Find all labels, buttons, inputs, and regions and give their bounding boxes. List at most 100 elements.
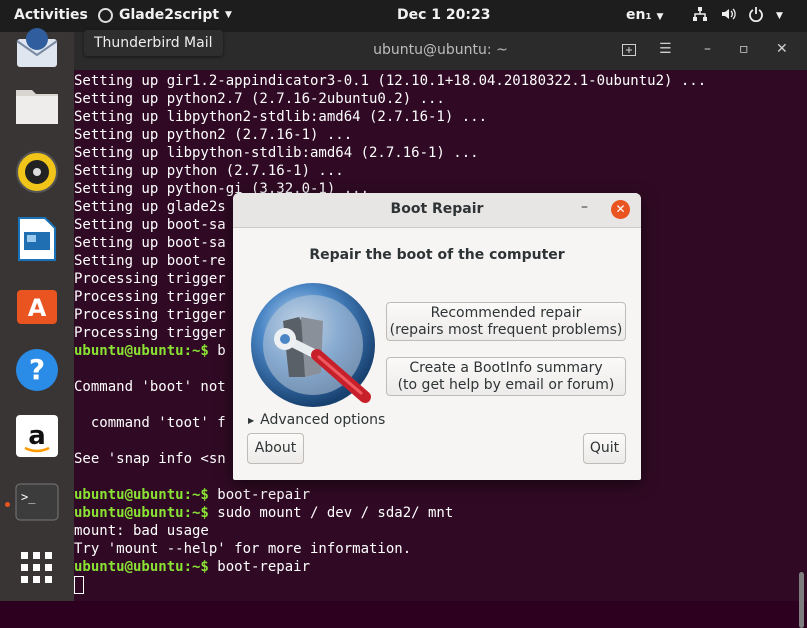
terminal-line: Processing trigger	[74, 270, 226, 288]
terminal-text: Setting up python (2.7.16-1) ...	[74, 163, 344, 179]
terminal-line: Setting up python (2.7.16-1) ...	[74, 162, 344, 180]
dock-item-show-apps[interactable]	[10, 543, 64, 597]
chevron-down-icon: ▼	[225, 10, 232, 20]
terminal-line: Setting up libpython-stdlib:amd64 (2.7.1…	[74, 144, 479, 162]
recommended-repair-sublabel: (repairs most frequent problems)	[389, 322, 623, 338]
terminal-line: ubuntu@ubuntu:~$ sudo mount / dev / sda2…	[74, 504, 453, 522]
bootinfo-summary-button[interactable]: Create a BootInfo summary (to get help b…	[386, 357, 626, 396]
top-bar: Activities Glade2script ▼ Dec 1 20:23 en…	[0, 0, 807, 32]
terminal-line: Setting up boot-re	[74, 252, 226, 270]
shell-prompt: ubuntu@ubuntu:~$	[74, 559, 209, 575]
amazon-icon: a	[15, 414, 59, 462]
terminal-line: See 'snap info <sn	[74, 450, 226, 468]
dock-item-rhythmbox[interactable]	[10, 147, 64, 201]
dock-item-terminal[interactable]: >_	[10, 477, 64, 531]
terminal-line: Setting up gir1.2-appindicator3-0.1 (12.…	[74, 72, 706, 90]
dock-item-software[interactable]: A	[10, 279, 64, 333]
terminal-text: Setting up boot-sa	[74, 217, 226, 233]
dock-item-help[interactable]: ?	[10, 345, 64, 399]
terminal-text: boot-repair	[208, 487, 311, 503]
close-icon[interactable]: ✕	[611, 200, 630, 219]
language-label: en₁	[626, 7, 652, 23]
terminal-line: Setting up boot-sa	[74, 216, 226, 234]
terminal-text: boot-repair	[208, 559, 311, 575]
terminal-line: mount: bad usage	[74, 522, 209, 540]
quit-button[interactable]: Quit	[583, 433, 626, 464]
dialog-title: Boot Repair	[390, 201, 484, 217]
bootinfo-summary-label: Create a BootInfo summary	[409, 360, 603, 376]
show-applications-icon	[19, 550, 55, 590]
svg-text:a: a	[28, 421, 46, 451]
files-icon	[14, 84, 60, 130]
terminal-text: Setting up python2 (2.7.16-1) ...	[74, 127, 353, 143]
boot-repair-dialog[interactable]: Boot Repair – ✕ Repair the boot of the c…	[233, 193, 641, 480]
ubuntu-software-icon: A	[15, 282, 59, 330]
chevron-right-icon: ▶	[248, 415, 255, 425]
dialog-header[interactable]: Boot Repair – ✕	[233, 193, 641, 228]
terminal-text: Processing trigger	[74, 307, 226, 323]
maximize-icon[interactable]: ▫	[739, 41, 749, 57]
terminal-text: Setting up python2.7 (2.7.16-2ubuntu0.2)…	[74, 91, 445, 107]
close-icon[interactable]: ✕	[776, 41, 788, 57]
terminal-text: Setting up libpython2-stdlib:amd64 (2.7.…	[74, 109, 488, 125]
terminal-line: ubuntu@ubuntu:~$ b	[74, 342, 226, 360]
terminal-text: See 'snap info <sn	[74, 451, 226, 467]
chevron-down-icon: ▼	[656, 12, 664, 22]
advanced-options-label: Advanced options	[260, 412, 386, 428]
terminal-text: Processing trigger	[74, 289, 226, 305]
dialog-heading: Repair the boot of the computer	[309, 247, 565, 263]
terminal-text: Processing trigger	[74, 325, 226, 341]
recommended-repair-button[interactable]: Recommended repair (repairs most frequen…	[386, 302, 626, 341]
hamburger-menu-icon[interactable]: ☰	[659, 41, 672, 57]
glade-app-icon	[98, 7, 113, 23]
shell-prompt: ubuntu@ubuntu:~$	[74, 343, 209, 359]
network-icon	[692, 6, 708, 26]
new-tab-icon[interactable]	[621, 41, 637, 61]
terminal-line: Processing trigger	[74, 288, 226, 306]
terminal-line: Setting up python2.7 (2.7.16-2ubuntu0.2)…	[74, 90, 445, 108]
terminal-line: Try 'mount --help' for more information.	[74, 540, 411, 558]
terminal-text: Setting up glade2s	[74, 199, 226, 215]
minimize-icon[interactable]: –	[581, 199, 588, 215]
app-menu-label: Glade2script	[119, 7, 220, 23]
terminal-text: Setting up boot-sa	[74, 235, 226, 251]
shell-prompt: ubuntu@ubuntu:~$	[74, 487, 209, 503]
svg-text:>_: >_	[21, 490, 36, 504]
dock-item-thunderbird[interactable]	[10, 24, 64, 78]
terminal-line: Processing trigger	[74, 324, 226, 342]
recommended-repair-label: Recommended repair	[430, 305, 582, 321]
about-button[interactable]: About	[247, 433, 304, 464]
dock-item-files[interactable]	[10, 80, 64, 134]
terminal-line: Setting up libpython2-stdlib:amd64 (2.7.…	[74, 108, 487, 126]
terminal-text: Command 'boot' not	[74, 379, 226, 395]
power-icon	[748, 6, 764, 26]
terminal-icon: >_	[15, 483, 59, 525]
terminal-line: Setting up boot-sa	[74, 234, 226, 252]
terminal-text: command 'toot' f	[74, 415, 226, 431]
svg-text:?: ?	[29, 353, 45, 386]
terminal-text: Try 'mount --help' for more information.	[74, 541, 412, 557]
terminal-text: mount: bad usage	[74, 523, 209, 539]
terminal-text: Setting up boot-re	[74, 253, 226, 269]
terminal-line: Setting up python2 (2.7.16-1) ...	[74, 126, 352, 144]
boot-repair-logo-icon	[249, 281, 377, 409]
dock-item-amazon[interactable]: a	[10, 411, 64, 465]
terminal-text: Processing trigger	[74, 271, 226, 287]
activities-button[interactable]: Activities	[14, 7, 88, 23]
minimize-icon[interactable]: –	[704, 41, 711, 57]
svg-text:A: A	[28, 294, 47, 322]
text-cursor	[74, 576, 84, 594]
app-menu[interactable]: Glade2script ▼	[98, 7, 232, 23]
terminal-text: b	[208, 343, 226, 359]
advanced-options-expander[interactable]: ▶ Advanced options	[248, 412, 385, 428]
dock-item-writer[interactable]	[10, 214, 64, 268]
terminal-line: Setting up glade2s	[74, 198, 226, 216]
volume-icon	[720, 6, 736, 26]
system-tray[interactable]: ▼	[692, 6, 783, 26]
language-indicator[interactable]: en₁ ▼	[626, 7, 663, 23]
help-icon: ?	[14, 347, 60, 397]
thunderbird-icon	[13, 25, 61, 77]
dock-tooltip: Thunderbird Mail	[84, 30, 223, 56]
clock[interactable]: Dec 1 20:23	[397, 7, 490, 23]
terminal-scrollbar[interactable]	[799, 572, 804, 628]
